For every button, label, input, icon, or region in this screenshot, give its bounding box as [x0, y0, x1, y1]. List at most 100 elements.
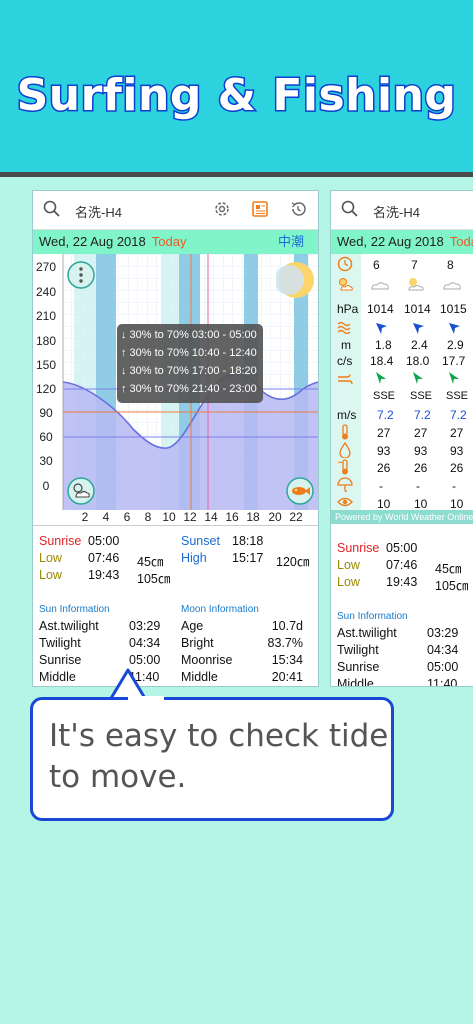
moon-info-value: 20:41	[271, 670, 303, 684]
pressure-value: 1014	[367, 302, 394, 316]
visibility: 10	[414, 497, 428, 511]
x-tick-label: 16	[225, 510, 239, 524]
umbrella-icon	[337, 477, 353, 492]
high-tide-height: 120㎝	[276, 555, 310, 569]
low-tide-label: Low	[39, 551, 62, 565]
wind-direction: SSE	[410, 390, 433, 402]
time-window-row: ↑ 30% to 70% 21:40 - 23:00	[121, 383, 257, 395]
wave-period: 17.7	[442, 354, 466, 368]
separator	[33, 525, 318, 526]
low-tide-time: 07:46	[88, 551, 120, 565]
moon-info-label: Bright	[181, 636, 214, 650]
today-label: Today	[449, 234, 473, 249]
wind-direction-arrow	[413, 372, 423, 384]
wind-direction: SSE	[373, 390, 396, 402]
rain: -	[452, 479, 456, 493]
water-temperature: 26	[450, 461, 464, 475]
callout-pointer-join	[128, 696, 164, 702]
y-tick-label: 180	[35, 334, 57, 348]
powered-by: Powered by World Weather Online	[331, 510, 473, 524]
sun-info-value: 04:34	[427, 643, 459, 657]
sun-info-label: Twilight	[39, 636, 81, 650]
rain: -	[379, 479, 383, 493]
hour-label: 7	[411, 258, 418, 272]
tide-type: 中潮	[277, 234, 304, 249]
weather-icon[interactable]	[66, 476, 96, 506]
wind-icon	[338, 374, 353, 385]
date-label: Wed, 22 Aug 2018Today	[337, 230, 473, 254]
moon-info-title: Moon Information	[181, 604, 259, 615]
date-bar[interactable]: Wed, 22 Aug 2018Today	[331, 230, 473, 254]
tide-chart[interactable]: 270 240 210 180 150 120 90 60 30 0 2 4 6…	[33, 254, 318, 524]
humidity: 93	[414, 444, 428, 458]
x-tick-label: 14	[204, 510, 218, 524]
wave-period: 18.4	[370, 354, 394, 368]
visibility: 10	[450, 497, 464, 511]
sun-info-label: Ast.twilight	[39, 619, 99, 633]
moon-info-value: 15:34	[271, 653, 303, 667]
high-tide-time: 15:17	[232, 551, 264, 565]
gear-icon[interactable]	[213, 200, 231, 218]
wave-period: 18.0	[406, 354, 430, 368]
temperature: 27	[450, 426, 464, 440]
wind-speed: 7.2	[377, 408, 394, 422]
x-tick-label: 8	[144, 510, 152, 524]
y-tick-label: 240	[35, 285, 57, 299]
more-icon[interactable]	[66, 260, 96, 290]
y-tick-label: 120	[35, 382, 57, 396]
sunrise-time: 05:00	[386, 541, 418, 555]
wave-direction-arrow	[376, 323, 387, 334]
sun-info-value: 11:40	[427, 677, 458, 687]
fish-icon[interactable]	[285, 476, 315, 506]
moon-info-label: Middle	[181, 670, 218, 684]
time-window-row: ↓ 30% to 70% 17:00 - 18:20	[121, 365, 257, 377]
sunrise-time: 05:00	[88, 534, 120, 548]
clock-icon	[337, 256, 353, 272]
sunrise-label: Sunrise	[337, 541, 380, 555]
sun-info-value: 03:29	[427, 626, 459, 640]
moon-info-label: Moonrise	[181, 653, 233, 667]
y-tick-label: 210	[35, 309, 57, 323]
y-tick-label: 150	[35, 358, 57, 372]
sun-info-label: Twilight	[337, 643, 379, 657]
water-temperature: 26	[377, 461, 391, 475]
location-name: 名洗-H4	[75, 205, 122, 220]
search-icon[interactable]	[43, 200, 61, 218]
x-tick-label: 6	[123, 510, 131, 524]
y-tick-label: 270	[35, 260, 57, 274]
moon-info-value: 83.7%	[267, 636, 303, 650]
search-icon[interactable]	[341, 200, 359, 218]
search-bar[interactable]: 名洗-H4	[331, 191, 473, 230]
sun-info-value: 03:29	[129, 619, 161, 633]
time-window-tooltip: ↓ 30% to 70% 03:00 - 05:00 ↑ 30% to 70% …	[117, 324, 263, 403]
newspaper-icon[interactable]	[251, 200, 269, 218]
y-tick-label: 90	[39, 406, 53, 420]
period-unit: c/s	[337, 354, 353, 368]
pressure-value: 1015	[440, 302, 467, 316]
weather-table: 6 7 8 hPa 1014 1014 1015 m 1.8 2.4 2.9 c…	[331, 254, 473, 519]
date-bar[interactable]: Wed, 22 Aug 2018 Today 中潮	[33, 230, 318, 254]
y-tick-label: 30	[39, 454, 53, 468]
water-temp-icon	[338, 459, 348, 475]
humidity-icon	[339, 442, 351, 458]
location-name: 名洗-H4	[373, 205, 420, 220]
low-tide-label: Low	[337, 575, 360, 589]
x-tick-label: 4	[102, 510, 110, 524]
wind-direction-arrow	[449, 372, 459, 384]
tide-card: 名洗-H4 Wed, 22 Aug 2018 Today 中潮 270 240 …	[32, 190, 319, 687]
wind-speed: 7.2	[414, 408, 431, 422]
rain: -	[416, 479, 420, 493]
low-tide-label: Low	[337, 558, 360, 572]
search-bar[interactable]: 名洗-H4	[33, 191, 318, 230]
x-tick-label: 22	[289, 510, 303, 524]
pressure-unit: hPa	[337, 302, 359, 316]
wave-height: 2.9	[447, 338, 464, 352]
low-tide-time: 07:46	[386, 558, 418, 572]
sun-info-label: Middle	[39, 670, 76, 684]
sun-cloud-icon	[408, 278, 424, 291]
high-tide-label: High	[181, 551, 207, 565]
banner-title: Surfing & Fishing	[15, 69, 457, 123]
date-label: Wed, 22 Aug 2018Today	[39, 234, 187, 249]
history-icon[interactable]	[289, 200, 307, 218]
sun-cloud-icon	[339, 278, 353, 291]
